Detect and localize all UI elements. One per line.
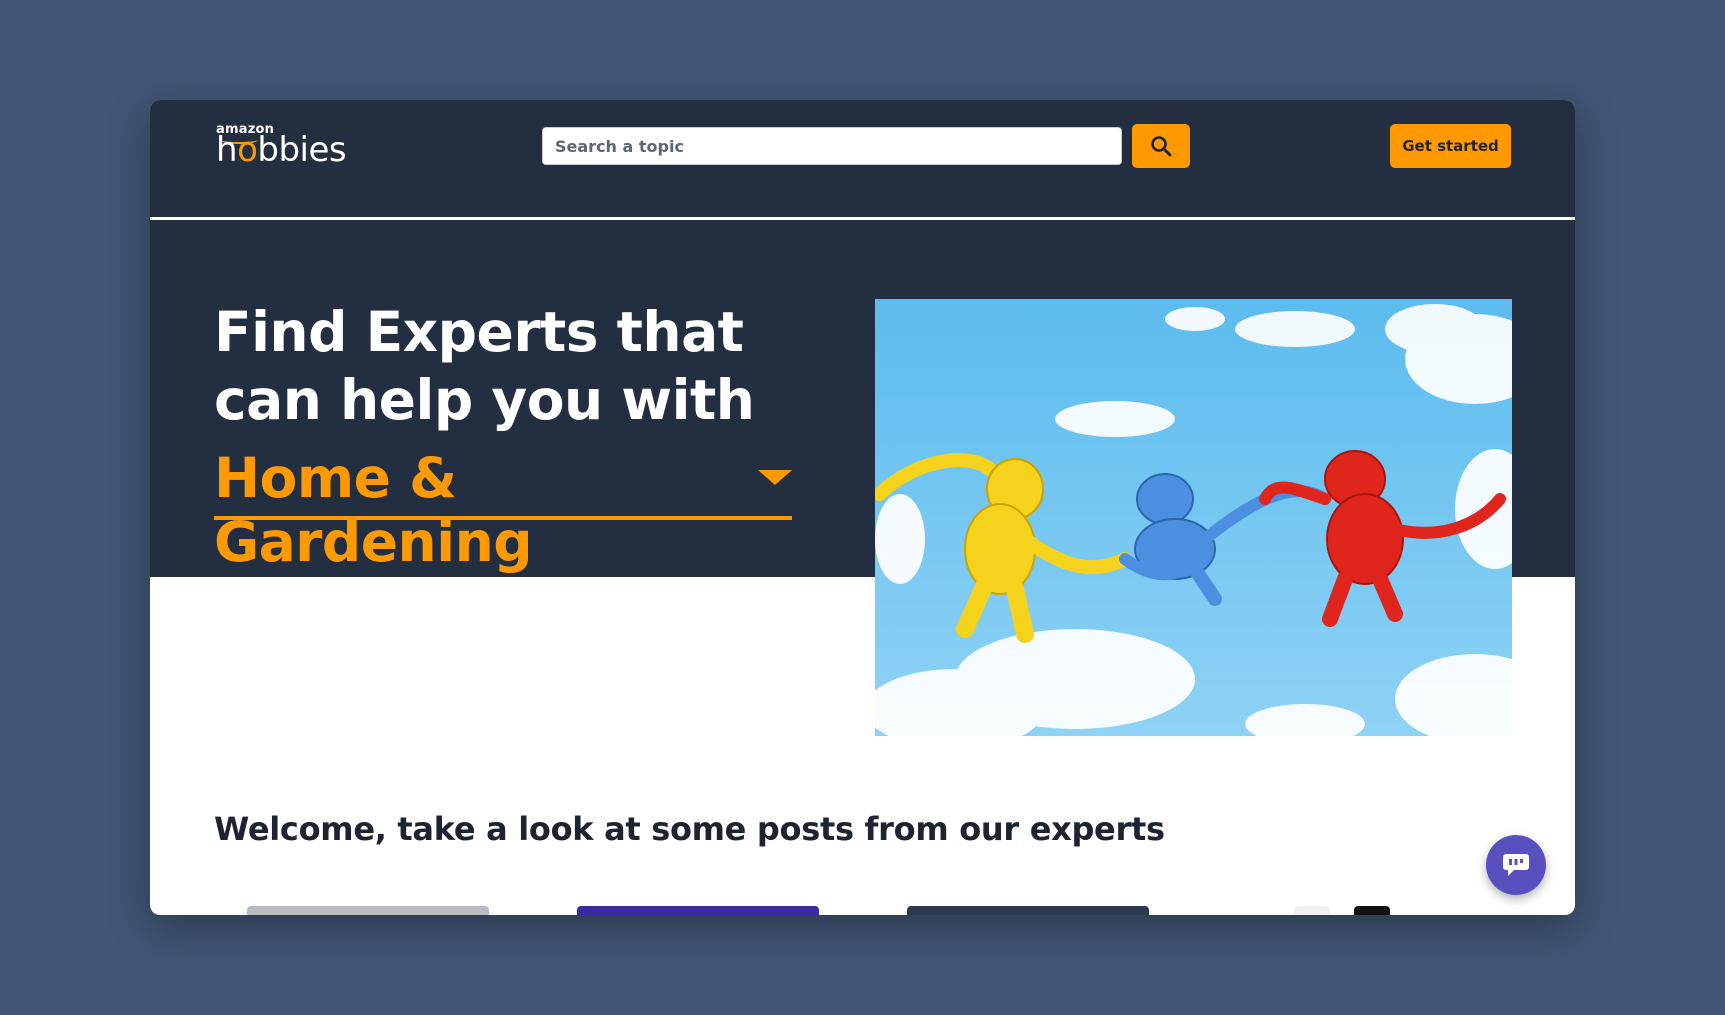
hero-image bbox=[875, 299, 1512, 736]
post-card[interactable] bbox=[907, 906, 1149, 915]
topic-selected-label: Home & Gardening bbox=[214, 446, 533, 574]
search-button[interactable] bbox=[1132, 124, 1190, 168]
post-card[interactable] bbox=[247, 906, 489, 915]
caret-down-icon bbox=[758, 470, 792, 485]
chat-icon bbox=[1503, 854, 1529, 876]
logo-brand-main-post: bbies bbox=[257, 130, 347, 170]
app-window: amazon hobbies Get started Find Experts … bbox=[150, 100, 1575, 915]
hobbies-logo[interactable]: amazon hobbies bbox=[216, 120, 356, 180]
chat-button[interactable] bbox=[1486, 835, 1546, 895]
top-navigation-bar: amazon hobbies Get started bbox=[150, 100, 1575, 217]
hero-headline: Find Experts that can help you with bbox=[214, 300, 755, 432]
post-card[interactable] bbox=[577, 906, 819, 915]
post-card[interactable] bbox=[1354, 906, 1390, 915]
search-input[interactable] bbox=[542, 127, 1122, 165]
logo-brand-main-o: o bbox=[237, 130, 258, 170]
post-card[interactable] bbox=[1294, 906, 1330, 915]
logo-brand-main-pre: h bbox=[216, 130, 238, 170]
posts-heading: Welcome, take a look at some posts from … bbox=[214, 810, 1165, 848]
search-icon bbox=[1151, 136, 1172, 157]
logo-brand-main: hobbies bbox=[216, 130, 347, 170]
get-started-button[interactable]: Get started bbox=[1390, 124, 1511, 168]
hero-image-illustration bbox=[875, 299, 1512, 736]
topic-dropdown[interactable]: Home & Gardening bbox=[214, 440, 792, 574]
